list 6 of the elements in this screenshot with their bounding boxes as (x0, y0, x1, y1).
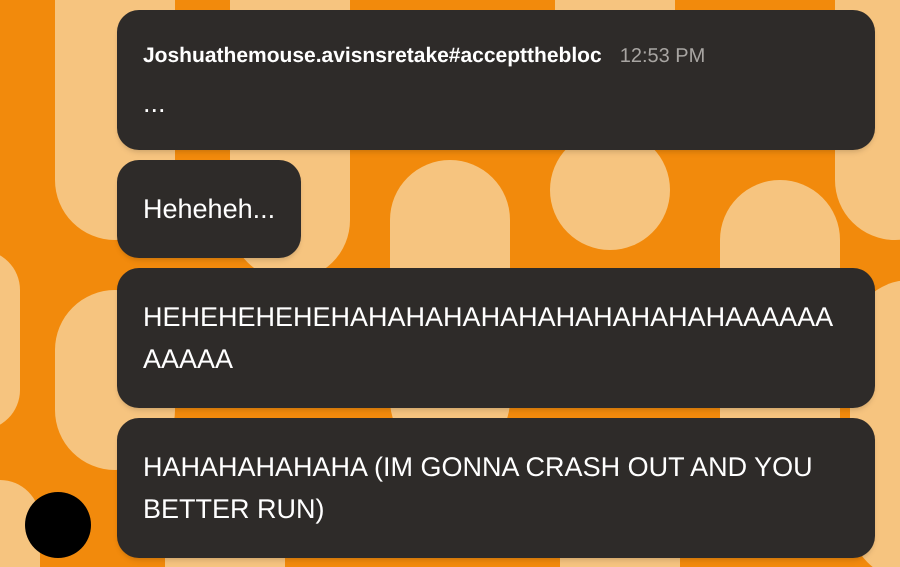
author-name[interactable]: Joshuathemouse.avisnsretake#acceptthebloc (143, 40, 602, 72)
message-text: HAHAHAHAHAHA (IM GONNA CRASH OUT AND YOU BETTER RUN) (143, 450, 814, 526)
timestamp: 12:53 PM (620, 44, 706, 69)
message-text: ... (143, 86, 167, 120)
message-text: HEHEHEHEHEHAHAHAHAHAHAHAHAHAHAHAAAAAAAAAAA (143, 300, 834, 376)
message-text: Heheheh... (143, 192, 276, 226)
